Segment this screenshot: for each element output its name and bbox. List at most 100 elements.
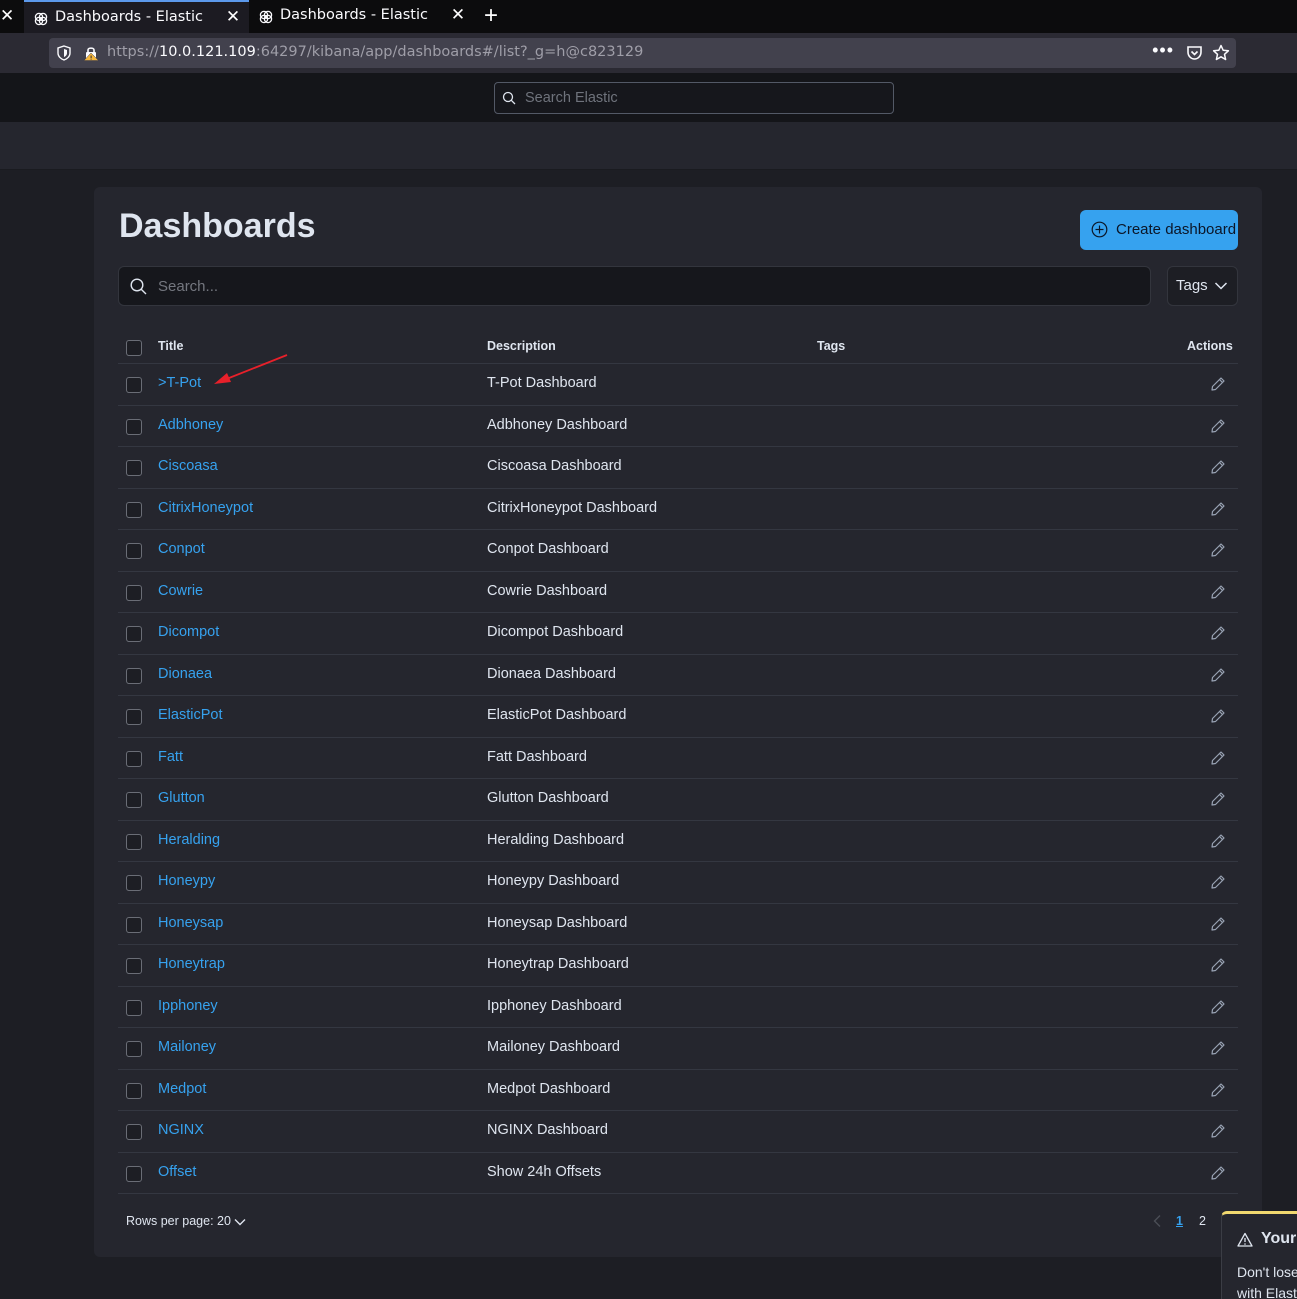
column-title[interactable]: Title [158, 339, 183, 353]
dashboard-description: ElasticPot Dashboard [487, 707, 627, 723]
new-tab-icon[interactable]: + [479, 3, 503, 29]
pencil-edit-icon[interactable] [1210, 1040, 1226, 1056]
pencil-edit-icon[interactable] [1210, 916, 1226, 932]
dashboard-title-link[interactable]: >T-Pot [158, 375, 201, 391]
pencil-edit-icon[interactable] [1210, 667, 1226, 683]
row-checkbox[interactable] [126, 501, 142, 518]
row-checkbox[interactable] [126, 377, 142, 393]
row-checkbox[interactable] [126, 418, 142, 435]
row-checkbox[interactable] [126, 1165, 142, 1182]
column-description[interactable]: Description [487, 339, 556, 353]
pocket-icon[interactable] [1186, 45, 1203, 61]
pencil-edit-icon[interactable] [1210, 750, 1226, 766]
browser-tab-active[interactable]: Dashboards - Elastic ✕ [24, 0, 249, 33]
browser-tab[interactable]: Dashboards - Elastic ✕ [249, 0, 474, 33]
dashboard-title-link[interactable]: CitrixHoneypot [158, 500, 253, 516]
row-checkbox[interactable] [126, 833, 142, 850]
dashboard-title-link[interactable]: Honeypy [158, 873, 215, 889]
row-checkbox[interactable] [126, 916, 142, 933]
dashboard-title-link[interactable]: Heralding [158, 832, 220, 848]
pencil-edit-icon[interactable] [1210, 1165, 1226, 1181]
row-checkbox[interactable] [126, 1124, 142, 1140]
row-checkbox[interactable] [126, 958, 142, 974]
pencil-edit-icon[interactable] [1210, 791, 1226, 807]
row-checkbox[interactable] [126, 792, 142, 808]
dashboard-title-link[interactable]: Cowrie [158, 583, 203, 599]
row-checkbox[interactable] [126, 460, 142, 476]
pencil-edit-icon[interactable] [1210, 957, 1226, 973]
dashboard-title-link[interactable]: Honeysap [158, 915, 223, 931]
global-search[interactable] [494, 82, 894, 114]
pencil-edit-icon[interactable] [1210, 459, 1226, 475]
pencil-edit-icon[interactable] [1210, 874, 1226, 890]
page-1-button[interactable]: 1 [1176, 1214, 1183, 1228]
pencil-edit-icon[interactable] [1210, 376, 1226, 392]
dashboards-table: Title Description Tags Actions >T-Pot T-P… [118, 328, 1238, 1194]
dashboard-title-link[interactable]: Ciscoasa [158, 458, 218, 474]
close-icon[interactable]: ✕ [0, 6, 14, 26]
dashboard-title-link[interactable]: ElasticPot [158, 707, 222, 723]
shield-icon[interactable] [57, 45, 71, 61]
pencil-edit-icon[interactable] [1210, 708, 1226, 724]
insecure-lock-icon[interactable] [83, 45, 99, 61]
dashboard-title-link[interactable]: Conpot [158, 541, 205, 557]
dashboard-title-link[interactable]: Mailoney [158, 1039, 216, 1055]
create-dashboard-button[interactable]: Create dashboard [1080, 210, 1238, 250]
tags-filter-button[interactable]: Tags [1167, 266, 1238, 306]
table-row: Ciscoasa Ciscoasa Dashboard [118, 447, 1238, 489]
pencil-edit-icon[interactable] [1210, 833, 1226, 849]
global-search-input[interactable] [525, 83, 885, 113]
url-host: 10.0.121.109 [158, 44, 256, 60]
dashboard-description: Adbhoney Dashboard [487, 416, 628, 433]
close-tab-icon[interactable]: ✕ [448, 5, 468, 25]
dashboard-title-link[interactable]: Dionaea [158, 666, 212, 682]
chevron-left-icon[interactable] [1152, 1214, 1162, 1228]
row-checkbox[interactable] [126, 999, 142, 1016]
dashboard-title-link[interactable]: Offset [158, 1164, 196, 1180]
row-checkbox[interactable] [126, 626, 142, 642]
url-text[interactable]: https://10.0.121.109:64297/kibana/app/da… [107, 44, 643, 60]
row-checkbox[interactable] [126, 709, 142, 725]
row-checkbox[interactable] [126, 667, 142, 684]
browser-nav-bar: https://10.0.121.109:64297/kibana/app/da… [0, 33, 1297, 73]
table-header: Title Description Tags Actions [118, 328, 1238, 364]
row-checkbox[interactable] [126, 543, 142, 559]
pencil-edit-icon[interactable] [1210, 999, 1226, 1015]
dashboard-title-link[interactable]: Dicompot [158, 624, 219, 640]
row-checkbox[interactable] [126, 1041, 142, 1057]
dashboard-title-link[interactable]: NGINX [158, 1122, 204, 1138]
row-checkbox[interactable] [126, 750, 142, 767]
rows-per-page-button[interactable]: Rows per page: 20 [126, 1214, 231, 1228]
dashboard-title-link[interactable]: Adbhoney [158, 417, 223, 433]
row-checkbox[interactable] [126, 1082, 142, 1099]
dashboard-description: Conpot Dashboard [487, 541, 609, 557]
table-row: Cowrie Cowrie Dashboard [118, 572, 1238, 613]
page-actions-menu-icon[interactable]: ••• [1152, 40, 1174, 61]
bookmark-star-icon[interactable] [1212, 44, 1230, 62]
tags-filter-label: Tags [1176, 277, 1208, 294]
row-checkbox[interactable] [126, 875, 142, 891]
chevron-down-icon[interactable] [234, 1218, 246, 1226]
warning-icon [1237, 1232, 1253, 1247]
dashboard-search-input[interactable] [158, 267, 1138, 305]
dashboard-title-link[interactable]: Medpot [158, 1081, 206, 1097]
pencil-edit-icon[interactable] [1210, 584, 1226, 600]
pencil-edit-icon[interactable] [1210, 542, 1226, 558]
select-all-checkbox[interactable] [126, 340, 142, 356]
dashboard-title-link[interactable]: Glutton [158, 790, 205, 806]
close-tab-icon[interactable]: ✕ [223, 7, 243, 27]
dashboard-description: Medpot Dashboard [487, 1080, 611, 1097]
pencil-edit-icon[interactable] [1210, 1123, 1226, 1139]
pencil-edit-icon[interactable] [1210, 501, 1226, 517]
dashboard-title-link[interactable]: Ipphoney [158, 998, 218, 1014]
pencil-edit-icon[interactable] [1210, 418, 1226, 434]
dashboard-title-link[interactable]: Fatt [158, 749, 183, 765]
pencil-edit-icon[interactable] [1210, 625, 1226, 641]
url-bar[interactable]: https://10.0.121.109:64297/kibana/app/da… [49, 38, 1236, 68]
page-2-button[interactable]: 2 [1199, 1214, 1206, 1228]
browser-tab-bar: ✕ Dashboards - Elastic ✕ Dashboards - El… [0, 0, 1297, 33]
row-checkbox[interactable] [126, 584, 142, 601]
dashboard-title-link[interactable]: Honeytrap [158, 956, 225, 972]
pencil-edit-icon[interactable] [1210, 1082, 1226, 1098]
dashboard-search[interactable] [118, 266, 1151, 306]
